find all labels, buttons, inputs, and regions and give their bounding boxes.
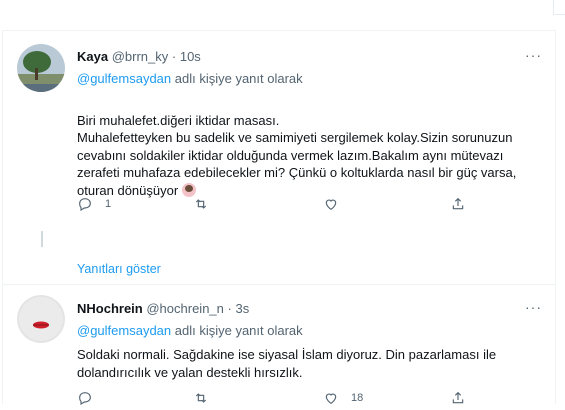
like-count: 18 [351, 392, 364, 404]
timestamp[interactable]: 10s [180, 49, 201, 64]
thread-line [41, 231, 43, 247]
reply-suffix: adlı kişiye yanıt olarak [174, 71, 303, 86]
tweet-text: Soldaki normali. Sağdakine ise siyasal İ… [77, 347, 497, 380]
mention-link[interactable]: @gulfemsaydan [77, 323, 171, 338]
share-icon [452, 197, 464, 210]
share-button[interactable] [450, 390, 466, 406]
display-name[interactable]: NHochrein [77, 301, 143, 316]
tweet-header: NHochrein @hochrein_n · 3s [77, 301, 249, 316]
timestamp[interactable]: 3s [235, 301, 249, 316]
like-icon [325, 393, 337, 405]
user-handle[interactable]: @hochrein_n [146, 301, 224, 316]
show-replies-link[interactable]: Yanıtları göster [77, 262, 161, 276]
user-handle[interactable]: @brrn_ky [112, 49, 169, 64]
tweet-kaya[interactable]: Kaya @brrn_ky · 10s ··· @gulfemsaydan ad… [3, 31, 555, 253]
separator: · [227, 301, 232, 316]
retweet-icon [195, 393, 207, 403]
more-icon[interactable]: ··· [525, 299, 542, 315]
reply-context: @gulfemsaydan adlı kişiye yanıt olarak [77, 71, 303, 86]
window-corner [553, 0, 565, 15]
tweet-nhochrein[interactable]: NHochrein @hochrein_n · 3s ··· @gulfemsa… [3, 285, 555, 406]
woman-emoji-icon [181, 182, 196, 197]
reply-context: @gulfemsaydan adlı kişiye yanıt olarak [77, 323, 303, 338]
action-bar: 18 [77, 390, 517, 410]
retweet-button[interactable] [193, 196, 209, 212]
share-icon [452, 391, 464, 404]
display-name[interactable]: Kaya [77, 49, 108, 64]
avatar[interactable] [17, 295, 65, 343]
reply-icon [79, 198, 91, 212]
like-button[interactable]: 18 [323, 390, 363, 406]
more-icon[interactable]: ··· [525, 47, 542, 63]
action-bar: 1 [77, 196, 517, 216]
timeline: Kaya @brrn_ky · 10s ··· @gulfemsaydan ad… [2, 30, 556, 406]
tweet-body-text: Biri muhalefet.diğeri iktidar masası. Mu… [77, 112, 517, 198]
like-button[interactable] [323, 196, 339, 212]
separator: · [171, 49, 177, 64]
retweet-icon [195, 199, 207, 209]
reply-count: 1 [105, 198, 112, 210]
reply-suffix: adlı kişiye yanıt olarak [174, 323, 303, 338]
avatar[interactable] [17, 44, 65, 92]
reply-icon [79, 392, 91, 406]
reply-button[interactable]: 1 [77, 196, 111, 212]
reply-button[interactable] [77, 390, 93, 406]
like-icon [325, 199, 337, 211]
retweet-button[interactable] [193, 390, 209, 406]
tweet-text: Biri muhalefet.diğeri iktidar masası. Mu… [77, 94, 547, 199]
mention-link[interactable]: @gulfemsaydan [77, 71, 171, 86]
tweet-header: Kaya @brrn_ky · 10s [77, 49, 201, 64]
share-button[interactable] [450, 196, 466, 212]
